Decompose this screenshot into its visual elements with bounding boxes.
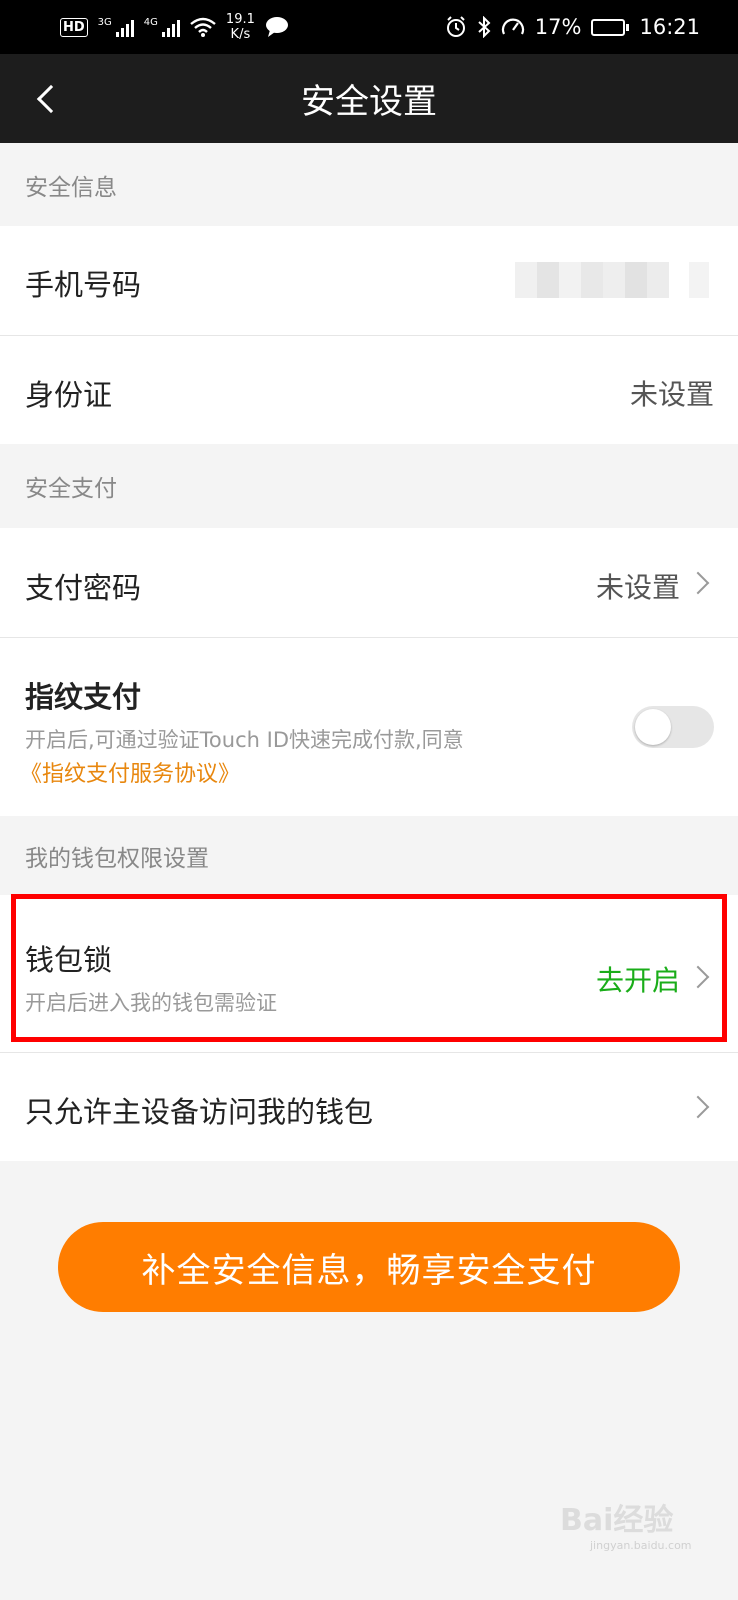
chevron-right-icon — [686, 571, 710, 595]
chevron-left-icon — [36, 84, 66, 114]
status-right: 17% 16:21 — [445, 15, 700, 39]
signal-3g-icon: 3G — [98, 17, 134, 37]
section-header-wallet-permissions: 我的钱包权限设置 — [25, 845, 209, 872]
pay-password-value: 未设置 — [595, 571, 680, 604]
status-bar: HD 3G 4G 19.1 K/s 17% 16:21 — [0, 0, 738, 54]
fingerprint-pay-row: 指纹支付 开启后,可通过验证Touch ID快速完成付款,同意 《指纹支付服务协… — [0, 638, 738, 816]
status-left: HD 3G 4G 19.1 K/s — [60, 12, 289, 42]
pay-password-label: 支付密码 — [25, 571, 142, 605]
fingerprint-agreement-link[interactable]: 《指纹支付服务协议》 — [20, 756, 240, 788]
highlight-box — [11, 894, 727, 1042]
clock: 16:21 — [639, 15, 700, 39]
id-card-row[interactable]: 身份证 未设置 — [0, 336, 738, 444]
section-header-secure-payment: 安全支付 — [25, 476, 117, 502]
back-button[interactable] — [22, 74, 72, 124]
speedometer-icon — [501, 18, 524, 35]
page-title: 安全设置 — [301, 82, 437, 122]
complete-security-info-button[interactable]: 补全安全信息，畅享安全支付 — [58, 1222, 680, 1312]
id-card-label: 身份证 — [25, 378, 113, 412]
baidu-jingyan-watermark: Bai经验 jingyan.baidu.com — [560, 1503, 692, 1552]
hd-voice-icon: HD — [60, 17, 88, 37]
bluetooth-icon — [478, 16, 491, 38]
masked-phone-number — [515, 262, 715, 298]
network-speed: 19.1 K/s — [225, 12, 255, 42]
pay-password-row[interactable]: 支付密码 未设置 — [0, 528, 738, 637]
phone-number-row[interactable]: 手机号码 — [0, 226, 738, 335]
nav-bar: 安全设置 — [0, 54, 738, 143]
chevron-right-icon — [686, 1095, 710, 1119]
alarm-icon — [446, 16, 465, 37]
battery-icon — [591, 18, 630, 36]
fingerprint-pay-toggle[interactable] — [632, 706, 714, 748]
fingerprint-pay-description: 开启后,可通过验证Touch ID快速完成付款,同意 — [25, 728, 464, 752]
phone-number-label: 手机号码 — [25, 268, 142, 302]
id-card-value: 未设置 — [629, 378, 714, 411]
main-device-only-label: 只允许主设备访问我的钱包 — [25, 1095, 374, 1129]
fingerprint-pay-label: 指纹支付 — [25, 680, 142, 714]
chat-bubble-icon — [265, 17, 288, 37]
toggle-knob — [635, 709, 671, 745]
wifi-icon — [190, 17, 216, 37]
main-device-only-row[interactable]: 只允许主设备访问我的钱包 — [0, 1053, 738, 1161]
signal-4g-icon: 4G — [144, 17, 180, 37]
section-header-security-info: 安全信息 — [25, 174, 117, 201]
battery-percent: 17% — [534, 15, 582, 39]
